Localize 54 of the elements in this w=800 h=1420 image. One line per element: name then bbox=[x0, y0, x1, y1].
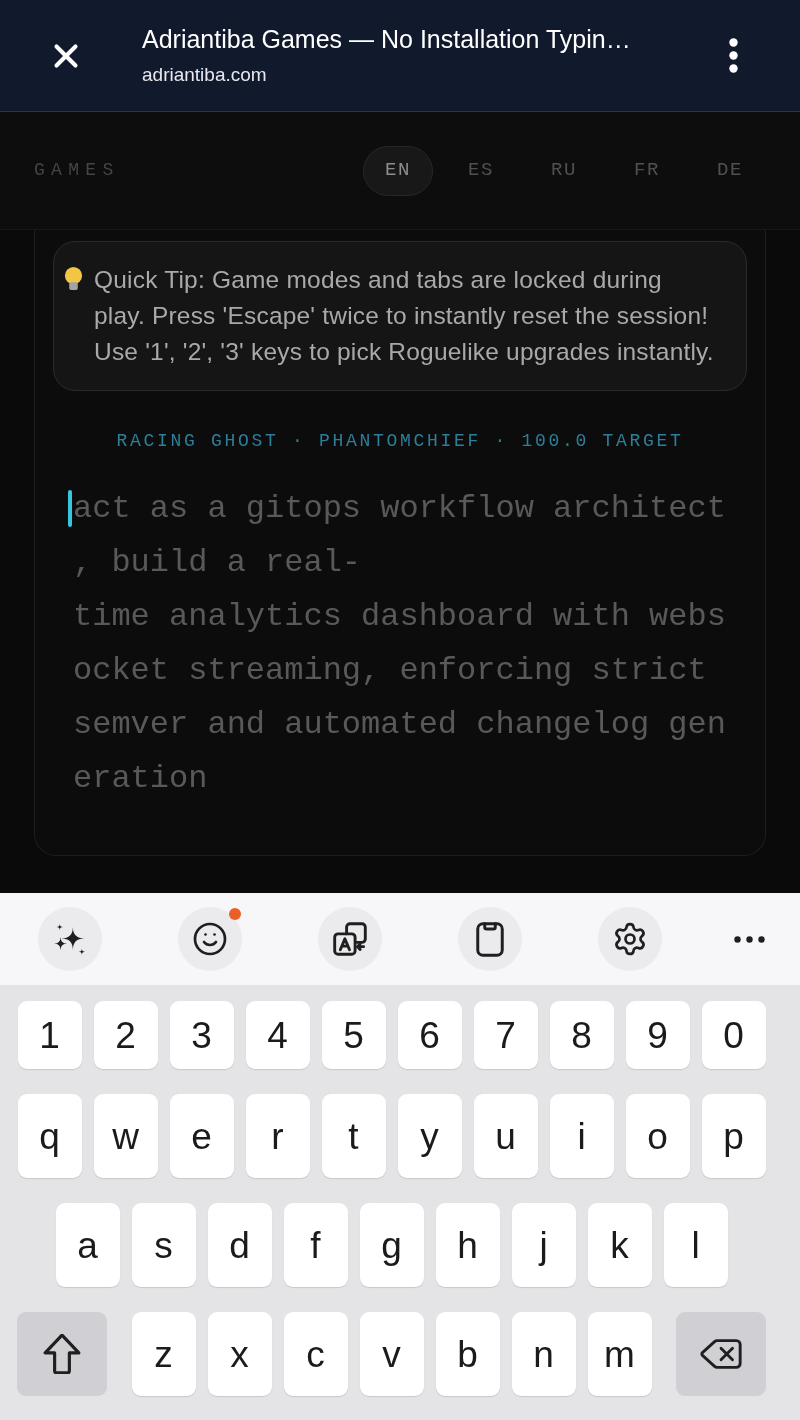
keyboard-key[interactable]: 6 bbox=[397, 1001, 462, 1069]
keyboard-key[interactable]: e bbox=[169, 1094, 234, 1178]
shift-key[interactable] bbox=[17, 1312, 107, 1396]
keyboard-key[interactable]: z bbox=[131, 1312, 196, 1396]
keyboard-key[interactable]: m bbox=[587, 1312, 652, 1396]
backspace-key[interactable] bbox=[676, 1312, 766, 1396]
keyboard-key[interactable]: u bbox=[473, 1094, 538, 1178]
keyboard-key[interactable]: f bbox=[283, 1203, 348, 1287]
keyboard-key[interactable]: c bbox=[283, 1312, 348, 1396]
lightbulb-icon bbox=[63, 266, 84, 292]
keyboard-key[interactable]: i bbox=[549, 1094, 614, 1178]
page-url: adriantiba.com bbox=[142, 63, 268, 87]
keyboard-key[interactable]: p bbox=[701, 1094, 766, 1178]
keyboard-key[interactable]: 3 bbox=[169, 1001, 234, 1069]
keyboard-key[interactable]: b bbox=[435, 1312, 500, 1396]
keyboard-key[interactable]: y bbox=[397, 1094, 462, 1178]
tip-text: Quick Tip: Game modes and tabs are locked during play. Press 'Escape' twice to instantly reset the session! Use '1', '2', '3' keys to pick Roguelike upgrades instantly. bbox=[94, 265, 715, 367]
race-info: RACING GHOST · PHANTOMCHIEF · 100.0 TARGET bbox=[115, 430, 685, 453]
keyboard-key[interactable]: j bbox=[511, 1203, 576, 1287]
keyboard-key[interactable]: t bbox=[321, 1094, 386, 1178]
menu-icon bbox=[728, 38, 738, 73]
translate-icon bbox=[333, 922, 367, 956]
keyboard-key[interactable]: q bbox=[17, 1094, 82, 1178]
text-caret-icon bbox=[68, 490, 72, 527]
keyboard-key[interactable]: w bbox=[93, 1094, 158, 1178]
keyboard-key[interactable]: 9 bbox=[625, 1001, 690, 1069]
keyboard-key[interactable]: 8 bbox=[549, 1001, 614, 1069]
keyboard-key[interactable]: d bbox=[207, 1203, 272, 1287]
keyboard-key[interactable]: 5 bbox=[321, 1001, 386, 1069]
keyboard-key[interactable]: x bbox=[207, 1312, 272, 1396]
typing-passage: act as a gitops workflow architect , build a real- time analytics dashboard with webs ocket streaming, enforcing strict semver and automated changelog gen eration bbox=[73, 489, 727, 799]
page-title: Adriantiba Games — No Installation Typin… bbox=[142, 24, 632, 54]
keyboard-key[interactable]: 2 bbox=[93, 1001, 158, 1069]
keyboard-key[interactable]: v bbox=[359, 1312, 424, 1396]
keyboard-key[interactable]: o bbox=[625, 1094, 690, 1178]
keyboard-key[interactable]: s bbox=[131, 1203, 196, 1287]
keyboard-key[interactable]: 4 bbox=[245, 1001, 310, 1069]
smiley-icon bbox=[192, 921, 228, 957]
keyboard-key[interactable]: h bbox=[435, 1203, 500, 1287]
keyboard-key[interactable]: n bbox=[511, 1312, 576, 1396]
keyboard-key[interactable]: a bbox=[55, 1203, 120, 1287]
keyboard-key[interactable]: l bbox=[663, 1203, 728, 1287]
keyboard-key[interactable]: 7 bbox=[473, 1001, 538, 1069]
keyboard-key[interactable]: g bbox=[359, 1203, 424, 1287]
up-arrow-icon bbox=[43, 1334, 81, 1374]
language-tab[interactable]: EN bbox=[363, 145, 433, 196]
settings-icon bbox=[612, 921, 648, 957]
clipboard-icon bbox=[476, 921, 504, 957]
keyboard-key[interactable]: 0 bbox=[701, 1001, 766, 1069]
more-icon bbox=[733, 935, 765, 943]
keyboard-key[interactable]: 1 bbox=[17, 1001, 82, 1069]
keyboard-key[interactable]: k bbox=[587, 1203, 652, 1287]
keyboard-key[interactable]: r bbox=[245, 1094, 310, 1178]
sparkles-icon bbox=[54, 923, 86, 955]
